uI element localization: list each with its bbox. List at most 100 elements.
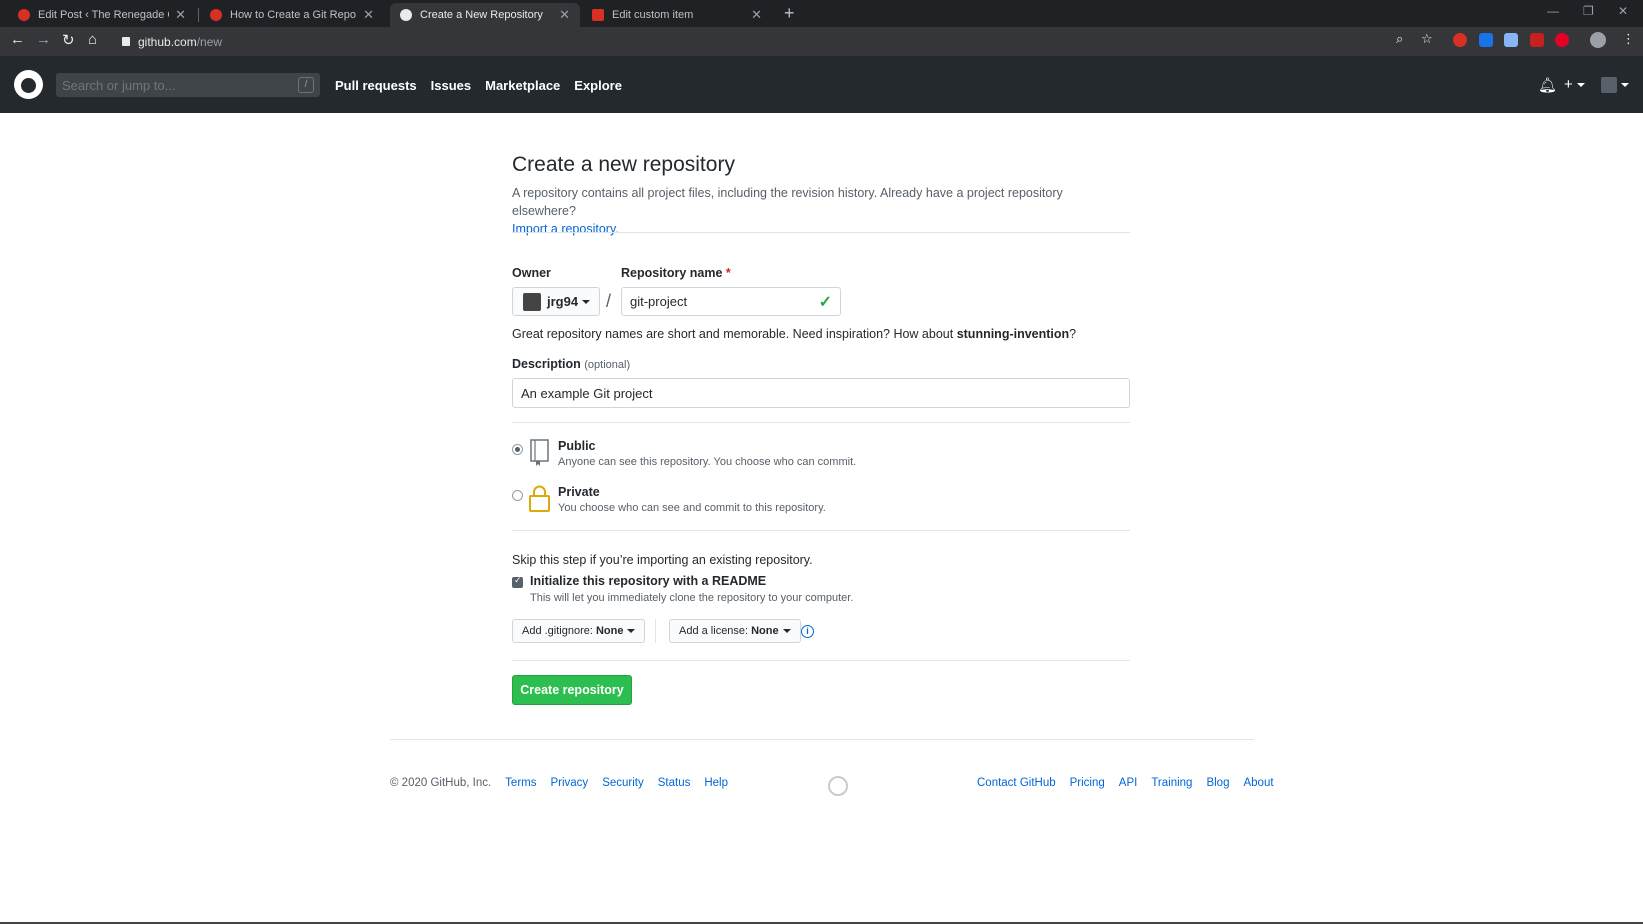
- back-icon[interactable]: ←: [10, 31, 25, 48]
- github-header: / Pull requests Issues Marketplace Explo…: [0, 56, 1643, 113]
- header-nav: Pull requests Issues Marketplace Explore: [335, 78, 622, 93]
- nav-marketplace[interactable]: Marketplace: [485, 78, 560, 93]
- owner-repo-separator: /: [606, 291, 612, 311]
- footer-link-terms[interactable]: Terms: [505, 777, 536, 789]
- footer-link-blog[interactable]: Blog: [1206, 777, 1229, 789]
- owner-label: Owner: [512, 266, 551, 280]
- readme-description: This will let you immediately clone the …: [530, 592, 854, 604]
- license-select[interactable]: Add a license: None: [669, 619, 801, 643]
- extension-icon[interactable]: [1530, 33, 1544, 47]
- readme-label[interactable]: Initialize this repository with a README: [530, 574, 766, 588]
- close-icon[interactable]: ✕: [363, 7, 374, 23]
- nav-explore[interactable]: Explore: [574, 78, 622, 93]
- repo-name-field[interactable]: ✓: [621, 287, 841, 316]
- copyright: © 2020 GitHub, Inc.: [390, 777, 492, 789]
- github-footer-logo-icon[interactable]: [828, 776, 848, 796]
- search-shortcut-badge: /: [298, 77, 314, 93]
- search-input[interactable]: [62, 77, 298, 93]
- repo-name-input[interactable]: [630, 294, 819, 309]
- nav-issues[interactable]: Issues: [431, 78, 471, 93]
- select-divider: [655, 619, 656, 643]
- check-icon: ✓: [818, 293, 832, 311]
- close-icon[interactable]: ✕: [175, 7, 186, 23]
- description-label: Description (optional): [512, 357, 631, 371]
- reload-icon[interactable]: ↻: [62, 31, 75, 49]
- browser-tab-git-repo[interactable]: How to Create a Git Repo From S ✕: [200, 3, 384, 27]
- opera-favicon-icon: [210, 9, 222, 21]
- pinterest-icon[interactable]: [1555, 33, 1569, 47]
- browser-toolbar: ← → ↻ ⌂ github.com/new ⌕ ☆ ⋮: [0, 27, 1643, 56]
- close-icon[interactable]: ✕: [751, 7, 762, 23]
- close-window-icon[interactable]: ✕: [1618, 4, 1628, 18]
- description-field[interactable]: [512, 378, 1130, 408]
- search-box[interactable]: /: [56, 73, 320, 97]
- menu-icon[interactable]: ⋮: [1622, 31, 1635, 47]
- restore-icon[interactable]: ❐: [1583, 4, 1594, 18]
- github-logo-icon[interactable]: [14, 70, 43, 99]
- home-icon[interactable]: ⌂: [88, 31, 97, 48]
- divider: [512, 232, 1130, 233]
- user-avatar[interactable]: [1601, 76, 1629, 94]
- page-title: Create a new repository: [512, 153, 735, 176]
- extension-icon[interactable]: [1453, 33, 1467, 47]
- owner-avatar: [523, 292, 541, 311]
- footer-link-api[interactable]: API: [1119, 777, 1138, 789]
- lock-icon: [122, 37, 130, 46]
- skip-note: Skip this step if you’re importing an ex…: [512, 553, 813, 567]
- chevron-down-icon: [627, 629, 636, 633]
- footer-link-pricing[interactable]: Pricing: [1070, 777, 1105, 789]
- readme-checkbox[interactable]: [512, 575, 523, 588]
- footer-link-training[interactable]: Training: [1151, 777, 1192, 789]
- nav-pull-requests[interactable]: Pull requests: [335, 78, 417, 93]
- footer-link-status[interactable]: Status: [658, 777, 691, 789]
- tab-divider: [198, 8, 199, 22]
- footer-link-contact[interactable]: Contact GitHub: [977, 777, 1056, 789]
- address-bar[interactable]: github.com/new: [112, 31, 1422, 52]
- import-repository-link[interactable]: Import a repository.: [512, 222, 619, 236]
- name-suggestion[interactable]: stunning-invention: [957, 327, 1069, 341]
- redbubble-favicon-icon: [592, 9, 604, 21]
- profile-avatar[interactable]: [1590, 32, 1606, 48]
- private-radio[interactable]: [512, 490, 523, 501]
- footer-divider: [390, 739, 1254, 740]
- footer-link-about[interactable]: About: [1243, 777, 1273, 789]
- footer-right: Contact GitHub Pricing API Training Blog…: [977, 777, 1274, 789]
- description-input[interactable]: [521, 385, 1121, 401]
- required-marker: *: [725, 266, 731, 280]
- extension-icon[interactable]: [1504, 33, 1518, 47]
- lock-icon: [529, 485, 550, 512]
- create-repository-button[interactable]: Create repository: [512, 675, 632, 705]
- divider: [512, 660, 1130, 661]
- repo-name-label: Repository name *: [621, 266, 731, 280]
- gitignore-select[interactable]: Add .gitignore: None: [512, 619, 646, 643]
- footer-link-security[interactable]: Security: [602, 777, 644, 789]
- divider: [512, 422, 1130, 423]
- extension-icon[interactable]: [1479, 33, 1493, 47]
- footer-link-help[interactable]: Help: [704, 777, 728, 789]
- info-icon[interactable]: i: [801, 625, 814, 638]
- divider: [512, 530, 1130, 531]
- owner-select[interactable]: jrg94: [512, 287, 600, 316]
- new-tab-icon[interactable]: +: [784, 3, 795, 24]
- repo-name-hint: Great repository names are short and mem…: [512, 327, 1077, 341]
- github-favicon-icon: [400, 9, 412, 21]
- visibility-public-option[interactable]: Public Anyone can see this repository. Y…: [512, 439, 1130, 475]
- visibility-private-option[interactable]: Private You choose who can see and commi…: [512, 485, 1130, 521]
- zoom-icon[interactable]: ⌕: [1396, 31, 1403, 47]
- bell-icon[interactable]: 🔔︎: [1538, 76, 1557, 94]
- footer-left: © 2020 GitHub, Inc. Terms Privacy Securi…: [390, 777, 728, 789]
- public-radio[interactable]: [512, 444, 523, 455]
- forward-icon[interactable]: →: [36, 31, 51, 48]
- browser-tab-create-repo[interactable]: Create a New Repository ✕: [390, 3, 580, 27]
- opera-favicon-icon: [18, 9, 30, 21]
- plus-icon[interactable]: +: [1564, 76, 1585, 93]
- bookmark-star-icon[interactable]: ☆: [1421, 31, 1433, 47]
- minimize-icon[interactable]: —: [1547, 4, 1559, 18]
- close-icon[interactable]: ✕: [559, 7, 570, 23]
- browser-tab-edit-post[interactable]: Edit Post ‹ The Renegade Coder — ✕: [8, 3, 196, 27]
- chevron-down-icon: [782, 629, 791, 633]
- page-lead: A repository contains all project files,…: [512, 186, 1063, 236]
- footer-link-privacy[interactable]: Privacy: [550, 777, 588, 789]
- browser-tab-edit-custom[interactable]: Edit custom item ✕: [582, 3, 772, 27]
- chevron-down-icon: [582, 299, 591, 304]
